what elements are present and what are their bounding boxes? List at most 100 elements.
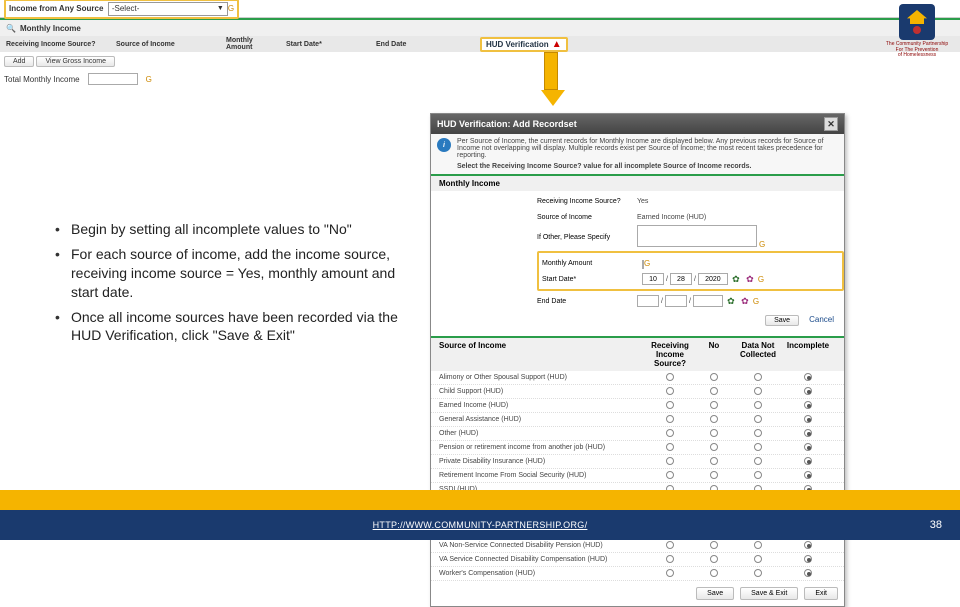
radio-dnc[interactable]	[736, 443, 780, 453]
start-year-input[interactable]	[698, 273, 728, 285]
radio-incomplete[interactable]	[780, 401, 836, 411]
radio-dnc[interactable]	[736, 429, 780, 439]
radio-incomplete[interactable]	[780, 443, 836, 453]
modal-info-text: Per Source of Income, the current record…	[457, 138, 838, 159]
clear-date-icon[interactable]: ✿	[739, 295, 751, 307]
radio-no[interactable]	[692, 569, 736, 579]
source-name: Child Support (HUD)	[439, 388, 648, 395]
radio-no[interactable]	[692, 415, 736, 425]
radio-no[interactable]	[692, 429, 736, 439]
g-link[interactable]: G	[753, 297, 759, 306]
save-button[interactable]: Save	[696, 587, 734, 600]
total-input[interactable]	[88, 73, 138, 85]
radio-dnc[interactable]	[736, 457, 780, 467]
source-name: Private Disability Insurance (HUD)	[439, 458, 648, 465]
cancel-link[interactable]: Cancel	[809, 315, 834, 326]
g-link[interactable]: G	[758, 275, 764, 284]
radio-yes[interactable]	[648, 373, 692, 383]
total-label: Total Monthly Income	[4, 75, 80, 84]
source-row: Retirement Income From Social Security (…	[431, 469, 844, 483]
radio-incomplete[interactable]	[780, 457, 836, 467]
radio-dnc[interactable]	[736, 471, 780, 481]
g-link[interactable]: G	[759, 240, 765, 249]
other-textarea[interactable]	[637, 225, 757, 247]
calendar-icon[interactable]: ✿	[730, 273, 742, 285]
modal-section-header: Monthly Income	[431, 174, 844, 191]
info-icon: i	[437, 138, 451, 152]
radio-incomplete[interactable]	[780, 387, 836, 397]
monthly-income-header: 🔍 Monthly Income	[0, 18, 960, 36]
income-label: Income from Any Source	[9, 4, 103, 13]
radio-yes[interactable]	[648, 443, 692, 453]
radio-dnc[interactable]	[736, 387, 780, 397]
g-link[interactable]: G	[644, 259, 650, 268]
end-day-input[interactable]	[665, 295, 687, 307]
radio-yes[interactable]	[648, 555, 692, 565]
radio-incomplete[interactable]	[780, 415, 836, 425]
radio-dnc[interactable]	[736, 401, 780, 411]
radio-yes[interactable]	[648, 415, 692, 425]
start-day-input[interactable]	[670, 273, 692, 285]
radio-dnc[interactable]	[736, 415, 780, 425]
source-row: VA Service Connected Disability Compensa…	[431, 553, 844, 567]
source-row: Pension or retirement income from anothe…	[431, 441, 844, 455]
radio-dnc[interactable]	[736, 373, 780, 383]
radio-no[interactable]	[692, 373, 736, 383]
hud-verification-badge[interactable]: HUD Verification ▲	[480, 37, 568, 52]
close-icon[interactable]: ✕	[824, 117, 838, 131]
radio-dnc[interactable]	[736, 555, 780, 565]
radio-incomplete[interactable]	[780, 429, 836, 439]
radio-no[interactable]	[692, 471, 736, 481]
g-link[interactable]: G	[228, 4, 234, 13]
income-select[interactable]: -Select-▼	[108, 2, 228, 16]
instruction-item: For each source of income, add the incom…	[55, 245, 415, 302]
source-row: Worker's Compensation (HUD)	[431, 567, 844, 581]
source-name: Earned Income (HUD)	[439, 402, 648, 409]
source-row: Earned Income (HUD)	[431, 399, 844, 413]
save-exit-button[interactable]: Save & Exit	[740, 587, 798, 600]
radio-no[interactable]	[692, 443, 736, 453]
field-label: End Date	[537, 298, 637, 305]
radio-yes[interactable]	[648, 457, 692, 467]
footer-gold-bar	[0, 490, 960, 510]
radio-no[interactable]	[692, 401, 736, 411]
end-year-input[interactable]	[693, 295, 723, 307]
end-month-input[interactable]	[637, 295, 659, 307]
radio-yes[interactable]	[648, 387, 692, 397]
source-row: Private Disability Insurance (HUD)	[431, 455, 844, 469]
radio-yes[interactable]	[648, 541, 692, 551]
start-month-input[interactable]	[642, 273, 664, 285]
modal-info-text2: Select the Receiving Income Source? valu…	[457, 163, 838, 170]
radio-incomplete[interactable]	[780, 569, 836, 579]
source-table-header: Source of Income Receiving Income Source…	[431, 336, 844, 371]
radio-yes[interactable]	[648, 569, 692, 579]
radio-yes[interactable]	[648, 429, 692, 439]
g-link-2[interactable]: G	[146, 75, 152, 84]
add-button[interactable]: Add	[4, 56, 34, 67]
radio-incomplete[interactable]	[780, 471, 836, 481]
clear-date-icon[interactable]: ✿	[744, 273, 756, 285]
radio-no[interactable]	[692, 555, 736, 565]
source-row: VA Non-Service Connected Disability Pens…	[431, 539, 844, 553]
search-icon: 🔍	[6, 24, 16, 33]
instruction-item: Once all income sources have been record…	[55, 308, 415, 346]
save-button[interactable]: Save	[765, 315, 799, 326]
radio-yes[interactable]	[648, 401, 692, 411]
radio-incomplete[interactable]	[780, 541, 836, 551]
view-gross-button[interactable]: View Gross Income	[36, 56, 115, 67]
radio-incomplete[interactable]	[780, 373, 836, 383]
source-row: Other (HUD)	[431, 427, 844, 441]
exit-button[interactable]: Exit	[804, 587, 838, 600]
radio-yes[interactable]	[648, 471, 692, 481]
radio-dnc[interactable]	[736, 541, 780, 551]
radio-incomplete[interactable]	[780, 555, 836, 565]
field-label: Monthly Amount	[542, 260, 642, 267]
calendar-icon[interactable]: ✿	[725, 295, 737, 307]
source-name: Pension or retirement income from anothe…	[439, 444, 648, 451]
field-value: Earned Income (HUD)	[637, 214, 844, 221]
radio-no[interactable]	[692, 387, 736, 397]
radio-no[interactable]	[692, 457, 736, 467]
radio-dnc[interactable]	[736, 569, 780, 579]
footer-link[interactable]: HTTP://WWW.COMMUNITY-PARTNERSHIP.ORG/	[373, 520, 588, 530]
radio-no[interactable]	[692, 541, 736, 551]
